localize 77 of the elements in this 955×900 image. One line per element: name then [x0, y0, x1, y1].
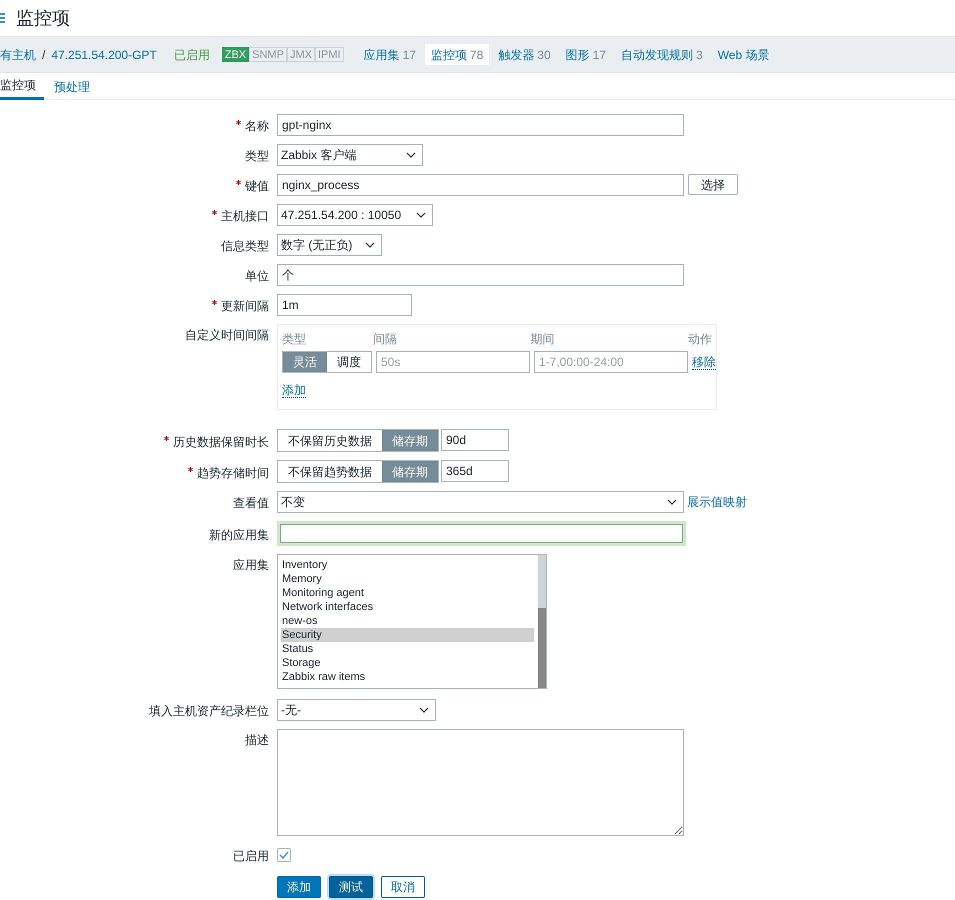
nav-tab[interactable]: Web 场景: [712, 44, 776, 65]
column-header: 间隔: [372, 331, 398, 348]
remove-link[interactable]: 移除: [692, 354, 716, 370]
scrollbar[interactable]: [538, 555, 546, 688]
breadcrumb-separator: /: [42, 46, 46, 64]
select-field[interactable]: Zabbix 客户端: [277, 144, 423, 166]
listbox[interactable]: Inventory Memory Monitoring agent Network interfaces new-os Security Status Storage Zabbix raw items: [277, 554, 547, 689]
select-field[interactable]: 47.251.54.200 : 10050: [277, 204, 433, 226]
chevron-down-icon: [406, 152, 416, 158]
availability-tag: JMX: [286, 47, 315, 62]
chevron-down-icon: [667, 499, 677, 505]
availability-tag: ZBX: [222, 47, 250, 62]
list-item[interactable]: Status: [281, 642, 534, 656]
chevron-down-icon: [416, 212, 426, 218]
availability-tag: SNMP: [249, 47, 287, 62]
form-tab[interactable]: 监控项: [0, 73, 44, 100]
field-label: 已启用: [233, 848, 269, 865]
field-label: 名称: [245, 118, 269, 135]
form-button[interactable]: 取消: [381, 876, 425, 898]
field-label: 趋势存储时间: [197, 464, 269, 482]
field-label: 单位: [245, 268, 269, 285]
input-field[interactable]: 1m: [277, 294, 412, 316]
page-title: 监控项: [16, 6, 70, 30]
field-label: 主机接口: [221, 208, 269, 225]
list-item[interactable]: Memory: [281, 572, 534, 586]
list-item[interactable]: Security: [281, 628, 534, 642]
checkbox[interactable]: [277, 848, 291, 862]
column-header: 期间: [530, 331, 556, 348]
field-label: 类型: [245, 148, 269, 165]
input-field[interactable]: nginx_process: [277, 174, 684, 196]
list-item[interactable]: new-os: [281, 614, 534, 628]
input-field[interactable]: 50s: [376, 351, 530, 373]
availability-tag: IPMI: [314, 47, 344, 62]
column-header: 动作: [688, 331, 712, 348]
nav-tab[interactable]: 监控项 78: [424, 44, 490, 65]
input-field[interactable]: 365d: [441, 460, 509, 482]
input-field[interactable]: 个: [277, 264, 684, 286]
field-label: 描述: [245, 732, 269, 749]
form-tab[interactable]: 预处理: [46, 73, 98, 100]
list-item[interactable]: Storage: [281, 656, 534, 670]
host-link[interactable]: 47.251.54.200-GPT: [51, 46, 157, 64]
nav-tab[interactable]: 触发器 30: [492, 44, 557, 65]
list-item[interactable]: Inventory: [281, 558, 534, 572]
list-item[interactable]: Monitoring agent: [281, 586, 534, 600]
list-item[interactable]: Zabbix raw items: [281, 670, 534, 684]
status-label: 已启用: [174, 46, 210, 64]
select-field[interactable]: -无-: [277, 699, 436, 721]
nav-tab[interactable]: 应用集 17: [358, 44, 422, 65]
select-field[interactable]: 不变: [277, 491, 684, 513]
field-label: 更新间隔: [221, 298, 269, 315]
field-label: 历史数据保留时长: [173, 434, 269, 450]
field-label: 应用集: [233, 557, 269, 574]
description-field[interactable]: [277, 729, 684, 836]
field-label: 信息类型: [221, 238, 269, 255]
field-label: 自定义时间间隔: [185, 327, 269, 344]
chevron-down-icon: [419, 707, 429, 713]
input-field[interactable]: 90d: [441, 429, 509, 451]
form-button[interactable]: 测试: [329, 876, 373, 898]
nav-tab[interactable]: 自动发现规则 3: [615, 44, 709, 65]
input-field[interactable]: [277, 521, 686, 546]
field-label: 填入主机资产纪录栏位: [149, 703, 269, 720]
input-field[interactable]: gpt-nginx: [277, 114, 684, 136]
column-header: 类型: [282, 331, 307, 348]
field-label: 查看值: [233, 495, 269, 512]
chevron-down-icon: [365, 242, 375, 248]
form-button[interactable]: 添加: [277, 876, 321, 898]
add-link[interactable]: 添加: [282, 383, 306, 398]
hosts-link[interactable]: 有主机: [0, 46, 36, 64]
field-label: 键值: [245, 178, 269, 195]
input-field[interactable]: 1-7,00:00-24:00: [534, 351, 688, 373]
select-button[interactable]: 选择: [688, 174, 738, 195]
select-field[interactable]: 数字 (无正负): [277, 234, 382, 256]
list-item[interactable]: Network interfaces: [281, 600, 534, 614]
menu-icon[interactable]: [0, 13, 5, 23]
value-mapping-link[interactable]: 展示值映射: [687, 493, 747, 511]
nav-tab[interactable]: 图形 17: [560, 44, 612, 65]
field-label: 新的应用集: [209, 526, 269, 544]
